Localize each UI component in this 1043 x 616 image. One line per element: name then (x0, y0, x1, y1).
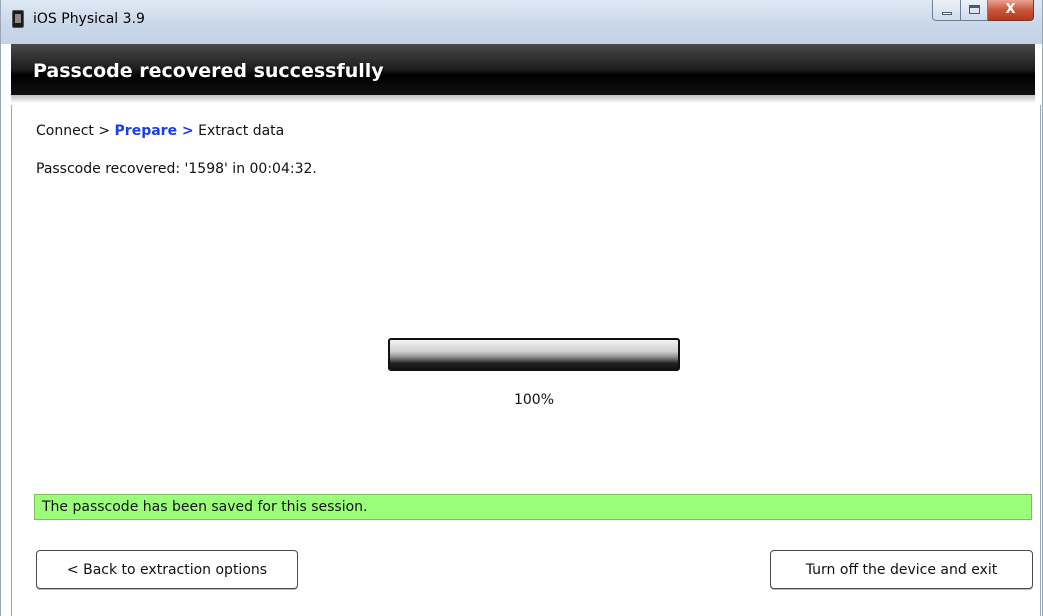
page-title: Passcode recovered successfully (33, 60, 384, 82)
progress-fill (390, 340, 678, 369)
app-window: iOS Physical 3.9 X Passcode recovered su… (0, 0, 1043, 616)
close-button[interactable]: X (988, 0, 1034, 21)
breadcrumb: Connect > Prepare > Extract data (36, 123, 284, 139)
minimize-icon (942, 12, 952, 15)
breadcrumb-step-prepare: Prepare > (114, 123, 194, 139)
progress-label: 100% (513, 392, 555, 408)
breadcrumb-step-extract: Extract data (198, 123, 285, 139)
window-title: iOS Physical 3.9 (33, 11, 145, 27)
minimize-button[interactable] (932, 0, 961, 21)
notice-banner: The passcode has been saved for this ses… (34, 494, 1032, 520)
close-icon: X (1005, 2, 1016, 17)
header-banner: Passcode recovered successfully (11, 44, 1035, 103)
window-controls: X (932, 0, 1034, 22)
phone-icon (12, 10, 24, 28)
main-content: Connect > Prepare > Extract data Passcod… (11, 105, 1041, 616)
title-bar[interactable]: iOS Physical 3.9 X (1, 0, 1042, 44)
breadcrumb-step-connect: Connect > (36, 123, 111, 139)
progress-bar (388, 338, 680, 371)
maximize-button[interactable] (961, 0, 988, 21)
maximize-icon (969, 5, 980, 14)
status-message: Passcode recovered: '1598' in 00:04:32. (36, 161, 317, 177)
back-to-extraction-options-button[interactable]: < Back to extraction options (36, 550, 298, 589)
turn-off-and-exit-button[interactable]: Turn off the device and exit (770, 550, 1033, 589)
